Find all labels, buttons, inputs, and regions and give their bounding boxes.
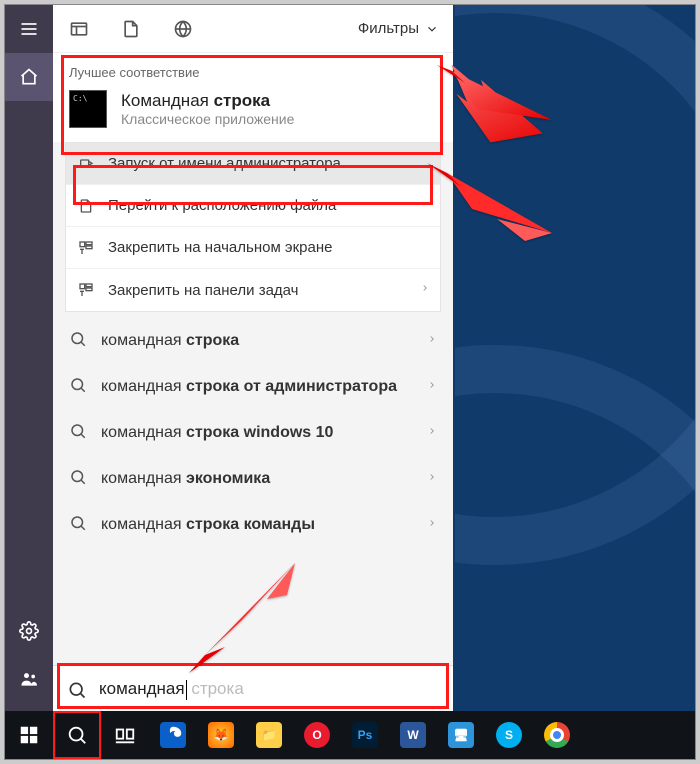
desktop-wallpaper xyxy=(455,5,695,713)
chevron-right-icon xyxy=(427,424,437,443)
context-menu-item[interactable]: Закрепить на панели задач xyxy=(66,269,440,311)
search-icon xyxy=(69,422,87,445)
taskbar-app-firefox[interactable]: 🦊 xyxy=(197,711,245,759)
pin-task-icon xyxy=(76,282,96,298)
news-icon[interactable] xyxy=(53,5,105,53)
admin-icon xyxy=(76,156,96,172)
best-match-subtitle: Классическое приложение xyxy=(121,111,294,127)
taskbar-search-button[interactable] xyxy=(53,711,101,759)
taskbar-app-photoshop[interactable]: Ps xyxy=(341,711,389,759)
home-button[interactable] xyxy=(5,53,53,101)
search-panel: Фильтры Лучшее соответствие Командная ст… xyxy=(53,5,453,713)
search-text: командная строка xyxy=(99,679,244,700)
pin-start-icon xyxy=(76,240,96,256)
suggestion-item[interactable]: командная строка от администратора xyxy=(53,364,453,410)
best-match-title: Командная строка xyxy=(121,91,294,111)
context-menu-label: Закрепить на начальном экране xyxy=(108,239,332,256)
suggestion-text: командная строка от администратора xyxy=(101,378,397,396)
taskbar-app-chrome[interactable] xyxy=(533,711,581,759)
document-icon[interactable] xyxy=(105,5,157,53)
folder-icon xyxy=(76,198,96,214)
suggestion-text: командная строка команды xyxy=(101,516,315,534)
taskbar-app-opera[interactable]: O xyxy=(293,711,341,759)
search-icon xyxy=(69,468,87,491)
search-icon xyxy=(69,376,87,399)
context-menu-label: Закрепить на панели задач xyxy=(108,282,299,299)
best-match-label: Лучшее соответствие xyxy=(69,65,437,80)
taskbar-app-explorer[interactable]: 📁 xyxy=(245,711,293,759)
context-menu-item[interactable]: Закрепить на начальном экране xyxy=(66,227,440,269)
suggestion-item[interactable]: командная строка windows 10 xyxy=(53,410,453,456)
best-match-item[interactable]: Командная строка Классическое приложение xyxy=(69,90,437,128)
people-button[interactable] xyxy=(5,655,53,703)
taskbar-app-skype[interactable]: S xyxy=(485,711,533,759)
chevron-down-icon xyxy=(425,22,439,36)
suggestion-item[interactable]: командная экономика xyxy=(53,456,453,502)
cmd-icon xyxy=(69,90,107,128)
taskbar-app-monitor[interactable]: 🖥 xyxy=(437,711,485,759)
suggestion-text: командная строка xyxy=(101,332,239,350)
suggestion-item[interactable]: командная строка команды xyxy=(53,502,453,548)
search-icon xyxy=(69,330,87,353)
taskbar: 🦊 📁 O Ps W 🖥 S xyxy=(5,711,695,759)
suggestion-text: командная экономика xyxy=(101,470,270,488)
chevron-right-icon xyxy=(427,516,437,535)
context-menu: Запуск от имени администратора Перейти к … xyxy=(65,142,441,312)
chevron-right-icon xyxy=(427,332,437,351)
context-menu-label: Перейти к расположению файла xyxy=(108,197,336,214)
filters-button[interactable]: Фильтры xyxy=(358,20,453,37)
suggestion-text: командная строка windows 10 xyxy=(101,424,333,442)
search-icon xyxy=(67,680,87,700)
chevron-right-icon xyxy=(427,470,437,489)
search-input[interactable]: командная строка xyxy=(53,665,453,713)
suggestions-list: командная строка командная строка от адми… xyxy=(53,312,453,554)
panel-toolbar: Фильтры xyxy=(53,5,453,53)
task-view-button[interactable] xyxy=(101,711,149,759)
best-match-section: Лучшее соответствие Командная строка Кла… xyxy=(53,53,453,142)
search-icon xyxy=(69,514,87,537)
settings-button[interactable] xyxy=(5,607,53,655)
context-menu-item[interactable]: Перейти к расположению файла xyxy=(66,185,440,227)
taskbar-app-edge[interactable] xyxy=(149,711,197,759)
chevron-right-icon xyxy=(427,378,437,397)
start-sidebar xyxy=(5,5,53,713)
suggestion-item[interactable]: командная строка xyxy=(53,318,453,364)
taskbar-app-word[interactable]: W xyxy=(389,711,437,759)
chevron-right-icon xyxy=(420,281,430,299)
web-icon[interactable] xyxy=(157,5,209,53)
context-menu-label: Запуск от имени администратора xyxy=(108,155,341,172)
start-button[interactable] xyxy=(5,711,53,759)
filters-label: Фильтры xyxy=(358,20,419,37)
context-menu-item[interactable]: Запуск от имени администратора xyxy=(66,143,440,185)
hamburger-button[interactable] xyxy=(5,5,53,53)
